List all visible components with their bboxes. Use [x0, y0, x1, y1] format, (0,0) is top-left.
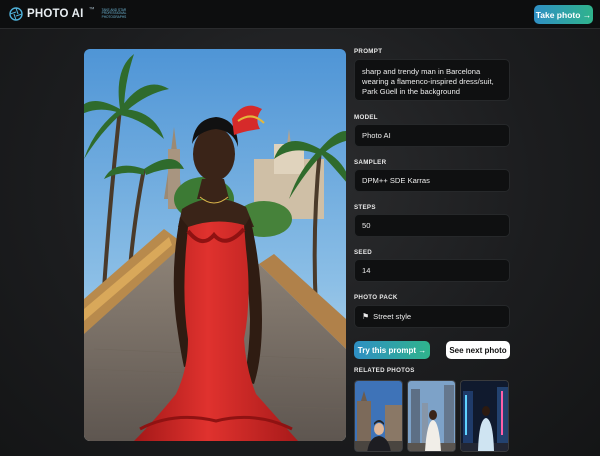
photo-pack-label: PHOTO PACK [354, 294, 398, 301]
related-photos-label: RELATED PHOTOS [354, 367, 415, 374]
related-photo-1-image [355, 381, 402, 451]
aperture-logo-icon [9, 7, 23, 21]
sampler-field[interactable]: DPM++ SDE Karras [354, 169, 510, 192]
logo-trademark: ™ [88, 7, 95, 13]
related-photo-2[interactable] [407, 380, 456, 452]
take-photo-button[interactable]: Take photo → [534, 5, 593, 24]
seed-field[interactable]: 14 [354, 259, 510, 282]
logo-text: PHOTO AI [27, 8, 84, 20]
related-photo-3[interactable] [460, 380, 509, 452]
signpost-icon: ⚑ [362, 311, 370, 321]
photo-ai-logo[interactable]: PHOTO AI ™ Take and star professional pho… [9, 7, 142, 21]
try-this-prompt-button[interactable]: Try this prompt → [354, 341, 430, 359]
generated-photo[interactable] [84, 49, 346, 441]
logo-tagline: Take and star professional photographs [101, 7, 127, 19]
related-photo-2-image [408, 381, 455, 451]
steps-field[interactable]: 50 [354, 214, 510, 237]
sampler-label: SAMPLER [354, 159, 387, 166]
model-label: MODEL [354, 114, 378, 121]
steps-label: STEPS [354, 204, 376, 211]
photo-image [84, 49, 346, 441]
related-photo-3-image [461, 381, 508, 451]
prompt-label: PROMPT [354, 48, 383, 55]
see-next-photo-button[interactable]: See next photo [446, 341, 510, 359]
related-photo-1[interactable] [354, 380, 403, 452]
prompt-field[interactable]: sharp and trendy man in Barcelona wearin… [354, 59, 510, 101]
photo-pack-field[interactable]: ⚑ Street style [354, 305, 510, 328]
photo-pack-value: Street style [373, 311, 412, 321]
model-field[interactable]: Photo AI [354, 124, 510, 147]
seed-label: SEED [354, 249, 373, 256]
top-navigation-bar: PHOTO AI ™ Take and star professional pho… [0, 0, 600, 29]
